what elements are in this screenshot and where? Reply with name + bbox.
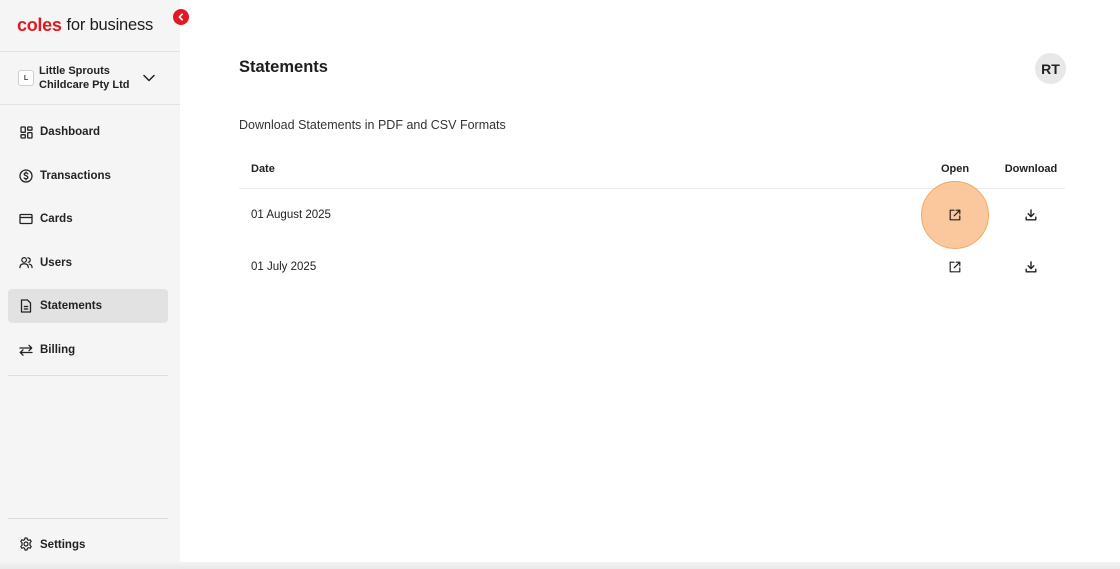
column-header-download: Download [1004, 163, 1058, 175]
sidebar-item-dashboard[interactable]: Dashboard [8, 115, 168, 149]
brand-logo-coles: coles [17, 15, 62, 35]
bottom-shadow [0, 562, 1120, 569]
chevron-left-icon [177, 13, 185, 21]
sidebar-item-settings[interactable]: Settings [8, 528, 168, 562]
download-cell [1003, 204, 1059, 226]
open-statement-button[interactable] [944, 204, 966, 226]
document-icon [19, 299, 33, 313]
download-icon [1025, 261, 1037, 273]
statements-subtitle: Download Statements in PDF and CSV Forma… [239, 118, 506, 132]
sidebar-item-label: Transactions [40, 169, 111, 182]
app-root: coles for business L Little Sprouts Chil… [0, 0, 1120, 569]
users-icon [19, 256, 33, 270]
swap-icon [19, 343, 33, 357]
open-cell [940, 256, 970, 278]
org-badge: L [18, 70, 34, 86]
sidebar-nav: Dashboard Transactions Cards Users State… [0, 105, 180, 367]
sidebar-item-label: Settings [40, 539, 86, 551]
download-icon [1025, 209, 1037, 221]
column-header-open: Open [940, 163, 970, 175]
column-header-date: Date [251, 163, 275, 175]
brand-logo[interactable]: coles for business [0, 0, 180, 52]
dashboard-icon [19, 125, 33, 139]
chevron-down-icon [143, 74, 155, 82]
sidebar-item-label: Cards [40, 213, 73, 225]
download-cell [1003, 256, 1059, 278]
open-statement-button[interactable] [944, 256, 966, 278]
download-statement-button[interactable] [1020, 256, 1042, 278]
sidebar: coles for business L Little Sprouts Chil… [0, 0, 180, 566]
org-name: Little Sprouts Childcare Pty Ltd [39, 65, 130, 91]
organization-switcher[interactable]: L Little Sprouts Childcare Pty Ltd [0, 52, 180, 105]
gear-icon [19, 536, 33, 554]
open-cell [921, 181, 989, 249]
external-link-icon [949, 261, 961, 273]
sidebar-item-transactions[interactable]: Transactions [8, 159, 168, 193]
statement-date: 01 August 2025 [251, 209, 331, 221]
download-statement-button[interactable] [1020, 204, 1042, 226]
sidebar-item-billing[interactable]: Billing [8, 333, 168, 367]
brand-logo-for-business: for business [66, 16, 154, 34]
dollar-icon [19, 168, 33, 183]
nav-divider [8, 375, 168, 376]
table-row: 01 July 2025 [239, 241, 1065, 293]
collapse-sidebar-button[interactable] [173, 9, 189, 25]
table-row: 01 August 2025 [239, 181, 1065, 249]
main-content: Statements RT Download Statements in PDF… [180, 0, 1120, 569]
statements-table: Date Open Download 01 August 2025 01 Jul… [239, 150, 1065, 293]
sidebar-item-label: Statements [40, 300, 102, 312]
statement-date: 01 July 2025 [251, 261, 317, 273]
avatar[interactable]: RT [1035, 53, 1066, 84]
page-title: Statements [239, 58, 328, 76]
sidebar-item-statements[interactable]: Statements [8, 289, 168, 323]
sidebar-item-label: Users [40, 256, 72, 269]
external-link-icon [949, 209, 961, 221]
card-icon [19, 212, 33, 226]
sidebar-item-label: Dashboard [40, 126, 101, 138]
sidebar-item-label: Billing [40, 343, 76, 356]
sidebar-item-users[interactable]: Users [8, 246, 168, 280]
sidebar-item-cards[interactable]: Cards [8, 202, 168, 236]
settings-divider [8, 518, 168, 519]
